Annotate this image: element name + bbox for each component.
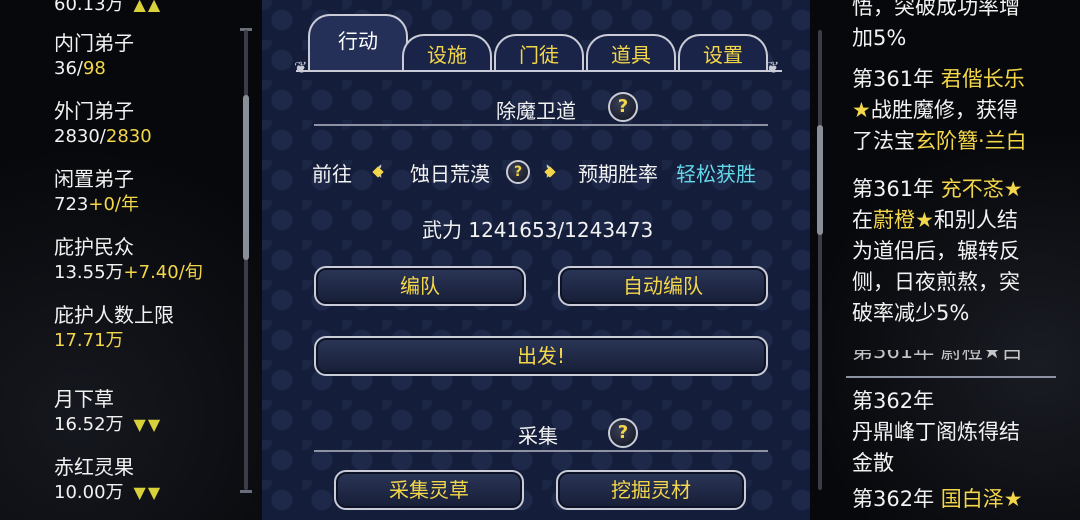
stat-value: 723 <box>54 194 89 215</box>
log-line: 为道侣后，辗转反 <box>852 239 1020 263</box>
resource-value: 16.52万 <box>54 414 124 435</box>
tab-underline <box>296 70 782 72</box>
left-scrollbar[interactable] <box>243 30 249 490</box>
log-line: 破率减少5% <box>852 301 970 325</box>
stat-label: 庇护民众 <box>54 235 134 259</box>
log-line: 和别人结 <box>933 208 1018 232</box>
log-divider <box>846 376 1056 378</box>
log-line: 战胜魔修，获得 <box>870 98 1018 122</box>
win-rate-value: 轻松获胜 <box>676 162 756 186</box>
goto-label: 前往 <box>312 162 352 186</box>
log-entry: 第361年 君偕长乐 ★战胜魔修，获得 了法宝玄阶簪·兰白 <box>852 64 1052 157</box>
prev-destination-icon[interactable]: ‹ <box>364 154 392 190</box>
action-panel: ❦ 行动 设施 门徒 道具 设置 ❦ 除魔卫道 ? 前往 ‹ 蚀日荒漠 ? › … <box>262 0 823 520</box>
scroll-thumb[interactable] <box>243 95 249 260</box>
tab-items[interactable]: 道具 <box>586 34 676 70</box>
log-entry: 悟，突破成功率增 加5% <box>852 0 1052 54</box>
section-divider <box>314 124 768 126</box>
tab-disciples[interactable]: 门徒 <box>494 34 584 70</box>
scroll-ornament-icon: ❦ <box>294 58 308 77</box>
tab-actions[interactable]: 行动 <box>308 14 408 70</box>
resource-label: 月下草 <box>54 387 114 411</box>
stat-top-value: 60.13万 <box>54 0 124 15</box>
stat-inner-disciples[interactable]: 内门弟子 36/98 <box>54 30 134 82</box>
mission-title: 除魔卫道 <box>496 99 576 123</box>
item-name[interactable]: 玄阶簪·兰白 <box>915 129 1027 153</box>
log-line: 加5% <box>852 26 907 50</box>
scroll-cap <box>240 490 252 493</box>
log-year: 第362年 <box>852 389 935 413</box>
resource-moon-grass[interactable]: 月下草 16.52万 ▼▼ <box>54 386 162 438</box>
stat-cap: 17.71万 <box>54 330 124 351</box>
tab-bar: ❦ 行动 设施 门徒 道具 设置 ❦ <box>294 8 782 77</box>
stat-rate: +7.40/旬 <box>123 262 203 283</box>
stat-idle-disciples[interactable]: 闲置弟子 723+0/年 <box>54 166 139 218</box>
log-line: 悟，突破成功率增 <box>852 0 1020 19</box>
event-log-panel: 悟，突破成功率增 加5% 第361年 君偕长乐 ★战胜魔修，获得 了法宝玄阶簪·… <box>810 0 1080 520</box>
stat-label: 内门弟子 <box>54 31 134 55</box>
stat-outer-disciples[interactable]: 外门弟子 2830/2830 <box>54 98 152 150</box>
log-line: 侧，日夜煎熬，突 <box>852 270 1020 294</box>
log-line: 了法宝 <box>852 129 915 153</box>
disciple-name[interactable]: 国白泽 <box>941 487 1004 511</box>
stat-max: 2830 <box>105 126 152 147</box>
log-line: 第361年 蔚橙★白 <box>852 350 1023 363</box>
star-icon: ★ <box>852 98 871 122</box>
log-line: 金散 <box>852 451 894 475</box>
star-icon: ★ <box>1003 487 1023 511</box>
trend-down-icon: ▼▼ <box>133 415 163 434</box>
disciple-name[interactable]: 君偕长乐 <box>941 67 1025 91</box>
star-icon: ★ <box>1003 177 1023 201</box>
next-destination-icon[interactable]: › <box>536 154 564 190</box>
trend-up-icon: ▲▲ <box>133 0 163 14</box>
formation-button[interactable]: 编队 <box>314 266 526 306</box>
disciple-name[interactable]: 充不忞 <box>941 177 1004 201</box>
resource-red-fruit[interactable]: 赤红灵果 10.00万 ▼▼ <box>54 454 162 506</box>
stat-value: 36/ <box>54 58 83 79</box>
log-line: 丹鼎峰丁阁炼得结 <box>852 420 1020 444</box>
destination-help-icon[interactable]: ? <box>506 160 530 184</box>
power-readout: 武力 1241653/1243473 <box>422 218 654 242</box>
scroll-thumb[interactable] <box>817 125 823 235</box>
stat-max: 98 <box>82 58 106 79</box>
gather-title: 采集 <box>518 424 558 448</box>
scroll-ornament-icon: ❦ <box>766 58 780 77</box>
log-entry: 第362年 国白泽★ <box>852 484 1052 515</box>
stat-value: 2830/ <box>54 126 106 147</box>
win-rate-label: 预期胜率 <box>578 162 658 186</box>
log-line: 在 <box>852 208 873 232</box>
disciple-name[interactable]: 蔚橙 <box>873 208 915 232</box>
depart-button[interactable]: 出发! <box>314 336 768 376</box>
destination-name: 蚀日荒漠 <box>410 162 490 186</box>
star-icon: ★ <box>915 208 934 232</box>
log-entry: 第361年 充不忞★ 在蔚橙★和别人结 为道侣后，辗转反 侧，日夜煎熬，突 破率… <box>852 174 1052 329</box>
sect-stats-panel: 60.13万 ▲▲ 内门弟子 36/98 外门弟子 2830/2830 闲置弟子 … <box>0 0 262 520</box>
stat-top: 60.13万 ▲▲ <box>54 0 162 18</box>
stat-label: 闲置弟子 <box>54 167 134 191</box>
log-year: 第361年 <box>852 67 935 91</box>
resource-label: 赤红灵果 <box>54 455 134 479</box>
tab-facilities[interactable]: 设施 <box>402 34 492 70</box>
trend-down-icon: ▼▼ <box>133 483 163 502</box>
log-entry-partial: 第361年 蔚橙★白 <box>852 350 1052 366</box>
right-scrollbar[interactable] <box>817 30 823 490</box>
stat-label: 外门弟子 <box>54 99 134 123</box>
stat-label: 庇护人数上限 <box>54 303 174 327</box>
auto-formation-button[interactable]: 自动编队 <box>558 266 768 306</box>
section-divider <box>314 450 768 452</box>
log-entry: 第362年 丹鼎峰丁阁炼得结 金散 <box>852 386 1052 479</box>
stat-value: 13.55万 <box>54 262 124 283</box>
stat-rate: +0/年 <box>88 194 139 215</box>
tab-settings[interactable]: 设置 <box>678 34 768 70</box>
log-year: 第361年 <box>852 177 935 201</box>
resource-value: 10.00万 <box>54 482 124 503</box>
mine-materials-button[interactable]: 挖掘灵材 <box>556 470 746 510</box>
gather-help-icon[interactable]: ? <box>608 418 638 448</box>
stat-protected-people[interactable]: 庇护民众 13.55万+7.40/旬 <box>54 234 203 286</box>
gather-herbs-button[interactable]: 采集灵草 <box>334 470 524 510</box>
stat-protection-cap[interactable]: 庇护人数上限 17.71万 <box>54 302 174 354</box>
log-year: 第362年 <box>852 487 935 511</box>
mission-help-icon[interactable]: ? <box>608 92 638 122</box>
